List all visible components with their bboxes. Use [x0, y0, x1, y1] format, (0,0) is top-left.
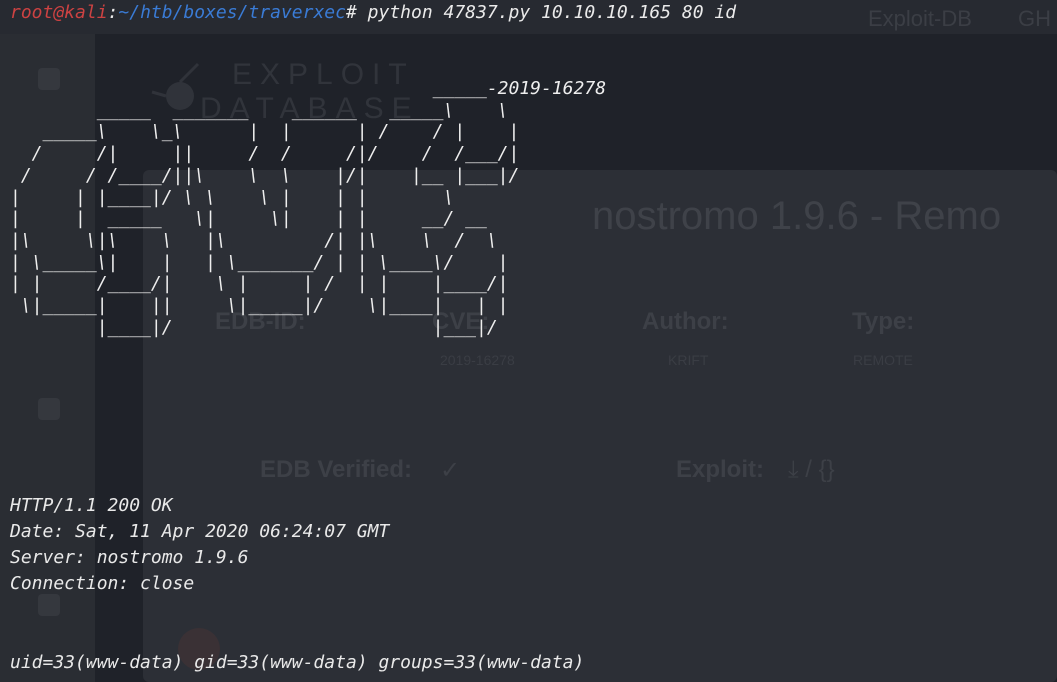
prompt-symbol: #: [345, 2, 357, 23]
prompt-user: root@kali: [10, 2, 108, 23]
command-output: uid=33(www-data) gid=33(www-data) groups…: [10, 652, 585, 673]
command-text: python 47837.py 10.10.10.165 80 id: [356, 2, 737, 23]
cve-ascii-banner: _____-2019-16278 _____ _______ ______ __…: [10, 78, 607, 338]
prompt-path: ~/htb/boxes/traverxec: [118, 2, 346, 23]
response-status-line: HTTP/1.1 200 OK: [10, 495, 173, 516]
response-server-header: Server: nostromo 1.9.6: [10, 547, 249, 568]
prompt-line: root@kali:~/htb/boxes/traverxec# python …: [10, 1, 736, 25]
terminal-window[interactable]: root@kali:~/htb/boxes/traverxec# python …: [0, 0, 1057, 682]
response-date-header: Date: Sat, 11 Apr 2020 06:24:07 GMT: [10, 521, 390, 542]
prompt-separator: :: [107, 2, 119, 23]
response-connection-header: Connection: close: [10, 573, 195, 594]
